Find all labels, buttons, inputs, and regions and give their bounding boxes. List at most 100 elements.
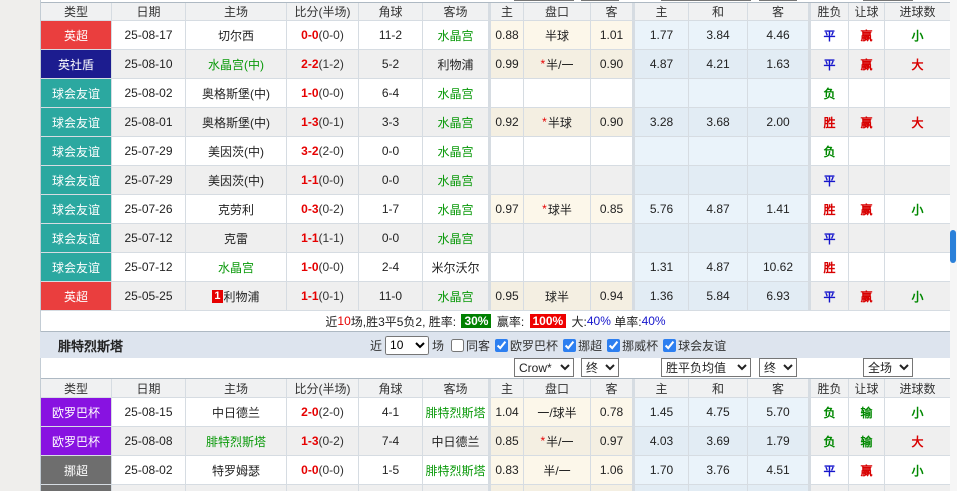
cell-home-team[interactable]: 腓特烈斯塔 — [186, 485, 287, 491]
cell-corners: 2-2 — [359, 485, 423, 491]
cell-handicap-result — [849, 224, 885, 253]
line-text: 半球 — [548, 114, 572, 131]
cell-home-team[interactable]: 美因茨(中) — [186, 166, 287, 195]
cell-goals-result: 大 — [885, 427, 951, 456]
cell-corners: 11-2 — [359, 21, 423, 50]
league-filter[interactable]: 同客 — [447, 337, 490, 354]
cell-home-team[interactable]: 克雷 — [186, 224, 287, 253]
column-header: 类型 — [41, 379, 112, 398]
cell-home-team[interactable]: 1利物浦 — [186, 282, 287, 311]
cell-score: 0-3(0-2) — [287, 195, 359, 224]
cell-away-win-odds: 1.63 — [748, 50, 809, 79]
cell-draw-odds — [689, 224, 748, 253]
cell-home-team[interactable]: 水晶宫(中) — [186, 50, 287, 79]
cell-handicap-home-odds — [489, 253, 524, 282]
cell-home-team[interactable]: 奥格斯堡(中) — [186, 79, 287, 108]
cell-home-team[interactable]: 腓特烈斯塔 — [186, 427, 287, 456]
near-count-select[interactable]: 10 — [385, 336, 429, 355]
cell-home-team[interactable]: 美因茨(中) — [186, 137, 287, 166]
filter-checkbox[interactable] — [607, 339, 620, 352]
cell-home-team[interactable]: 特罗姆瑟 — [186, 456, 287, 485]
half-score: (1-2) — [319, 57, 344, 71]
cell-league-type: 英超 — [41, 21, 112, 50]
cell-date: 25-08-10 — [112, 50, 186, 79]
cell-corners: 0-0 — [359, 166, 423, 195]
summary-segment: 30% — [461, 314, 491, 328]
period-select[interactable]: 全场 — [863, 0, 913, 1]
league-filter[interactable]: 挪威杯 — [603, 337, 658, 354]
cell-draw-odds: 4.87 — [689, 195, 748, 224]
cell-away-team[interactable]: 腓特烈斯塔 — [423, 398, 489, 427]
scrollbar-track[interactable] — [950, 0, 957, 491]
cell-league-type: 球会友谊 — [41, 166, 112, 195]
cell-date: 25-07-26 — [112, 485, 186, 491]
cell-handicap-away-odds: 0.94 — [591, 282, 633, 311]
cell-away-team[interactable]: 水晶宫 — [423, 282, 489, 311]
odds-time-select[interactable]: 终 — [759, 358, 797, 377]
full-score: 1-1 — [301, 231, 318, 245]
cell-home-team[interactable]: 克劳利 — [186, 195, 287, 224]
cell-goals-result: 小 — [885, 21, 951, 50]
cell-corners: 0-0 — [359, 224, 423, 253]
league-filter[interactable]: 挪超 — [559, 337, 602, 354]
cell-handicap-line: 半/一 — [524, 485, 591, 491]
cell-away-team[interactable]: 利物浦 — [423, 50, 489, 79]
cell-score: 1-0(0-0) — [287, 79, 359, 108]
odds-time-select[interactable]: 终 — [759, 0, 797, 1]
cell-league-type: 欧罗巴杯 — [41, 427, 112, 456]
cell-home-team[interactable]: 奥格斯堡(中) — [186, 108, 287, 137]
away-team-name: 中日德兰 — [431, 433, 479, 450]
cell-date: 25-07-29 — [112, 137, 186, 166]
handicap-time-select[interactable]: 终 — [581, 0, 619, 1]
cell-away-team[interactable]: 斯特罗姆加斯特 — [423, 485, 489, 491]
away-team-name: 水晶宫 — [437, 230, 473, 247]
league-filter[interactable]: 欧罗巴杯 — [491, 337, 558, 354]
column-header: 盘口 — [524, 3, 591, 21]
scrollbar-thumb[interactable] — [950, 230, 956, 263]
rank-badge: 1 — [212, 290, 222, 303]
cell-away-team[interactable]: 水晶宫 — [423, 79, 489, 108]
page-left-margin — [0, 0, 40, 491]
cell-away-team[interactable]: 腓特烈斯塔 — [423, 456, 489, 485]
cell-win-odds — [633, 137, 689, 166]
cell-home-team[interactable]: 切尔西 — [186, 21, 287, 50]
cell-date: 25-07-12 — [112, 253, 186, 282]
filter-checkbox[interactable] — [451, 339, 464, 352]
column-header: 客场 — [423, 3, 489, 21]
filter-checkbox[interactable] — [663, 339, 676, 352]
odds-mode-select[interactable]: 胜平负均值 — [661, 358, 751, 377]
cell-away-team[interactable]: 水晶宫 — [423, 166, 489, 195]
half-score: (0-0) — [319, 260, 344, 274]
cell-home-team[interactable]: 水晶宫 — [186, 253, 287, 282]
cell-away-win-odds: 4.51 — [748, 456, 809, 485]
column-header: 客场 — [423, 379, 489, 398]
column-header: 盘口 — [524, 379, 591, 398]
full-score: 0-0 — [301, 28, 318, 42]
cell-score: 1-1(0-0) — [287, 166, 359, 195]
cell-result: 平 — [809, 50, 849, 79]
handicap-time-select[interactable]: 终 — [581, 358, 619, 377]
cell-away-team[interactable]: 水晶宫 — [423, 137, 489, 166]
cell-away-team[interactable]: 水晶宫 — [423, 108, 489, 137]
cell-draw-odds: 3.76 — [689, 456, 748, 485]
period-select[interactable]: 全场 — [863, 358, 913, 377]
cell-away-team[interactable]: 水晶宫 — [423, 195, 489, 224]
filter-checkbox[interactable] — [563, 339, 576, 352]
half-score: (0-0) — [319, 86, 344, 100]
cell-home-team[interactable]: 中日德兰 — [186, 398, 287, 427]
cell-score: 1-3(0-1) — [287, 108, 359, 137]
cell-league-type: 球会友谊 — [41, 195, 112, 224]
bookmaker-select[interactable]: Crow* — [514, 0, 574, 1]
cell-away-win-odds: 10.62 — [748, 253, 809, 282]
bookmaker-select[interactable]: Crow* — [514, 358, 574, 377]
line-text: 0.88 — [495, 28, 518, 42]
filter-checkbox[interactable] — [495, 339, 508, 352]
cell-league-type: 英社盾 — [41, 50, 112, 79]
cell-handicap-line: 球半 — [524, 282, 591, 311]
cell-away-team[interactable]: 米尔沃尔 — [423, 253, 489, 282]
cell-away-team[interactable]: 水晶宫 — [423, 224, 489, 253]
league-filter[interactable]: 球会友谊 — [659, 337, 726, 354]
cell-away-team[interactable]: 水晶宫 — [423, 21, 489, 50]
odds-mode-select[interactable]: 胜平负均值 — [661, 0, 751, 1]
cell-away-team[interactable]: 中日德兰 — [423, 427, 489, 456]
